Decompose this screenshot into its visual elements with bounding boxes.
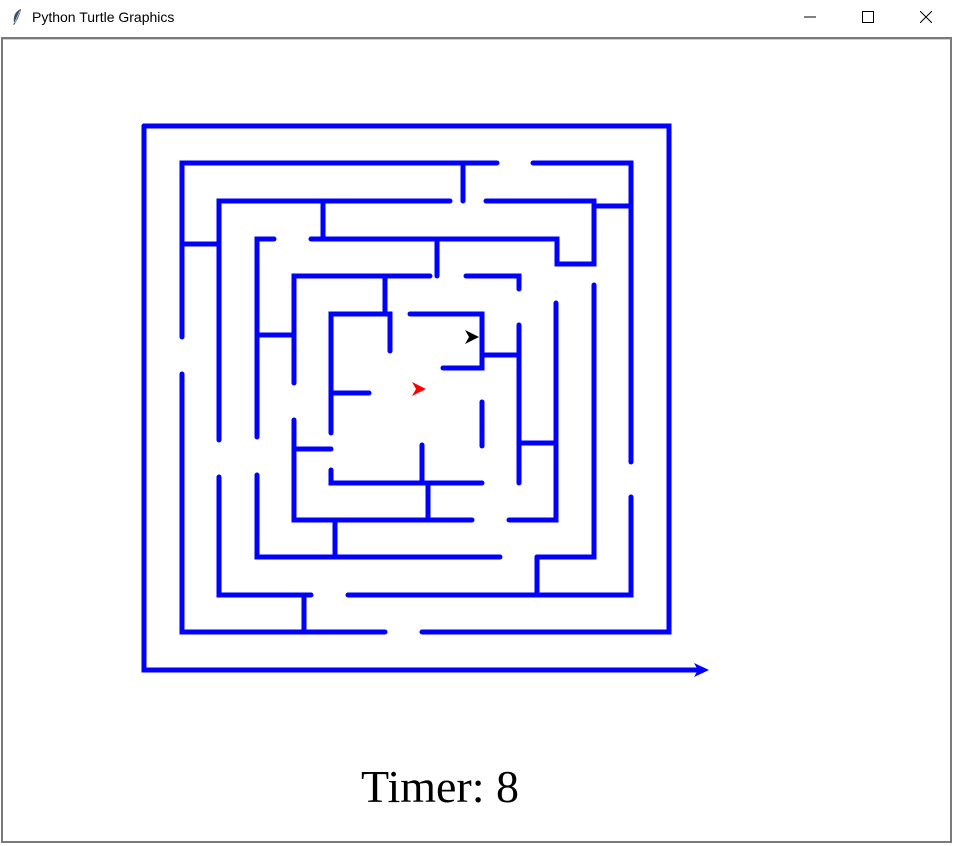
close-button[interactable] [897,0,955,34]
minimize-icon [804,16,816,18]
turtle-canvas[interactable] [1,37,952,843]
title-bar: Python Turtle Graphics [0,0,955,34]
maximize-icon [862,11,874,23]
minimize-button[interactable] [781,0,839,34]
window-title: Python Turtle Graphics [32,9,175,25]
feather-icon [10,7,24,27]
timer-label: Timer: 8 [360,761,520,812]
window-controls [781,0,955,34]
maximize-button[interactable] [839,0,897,34]
close-icon [920,11,932,23]
